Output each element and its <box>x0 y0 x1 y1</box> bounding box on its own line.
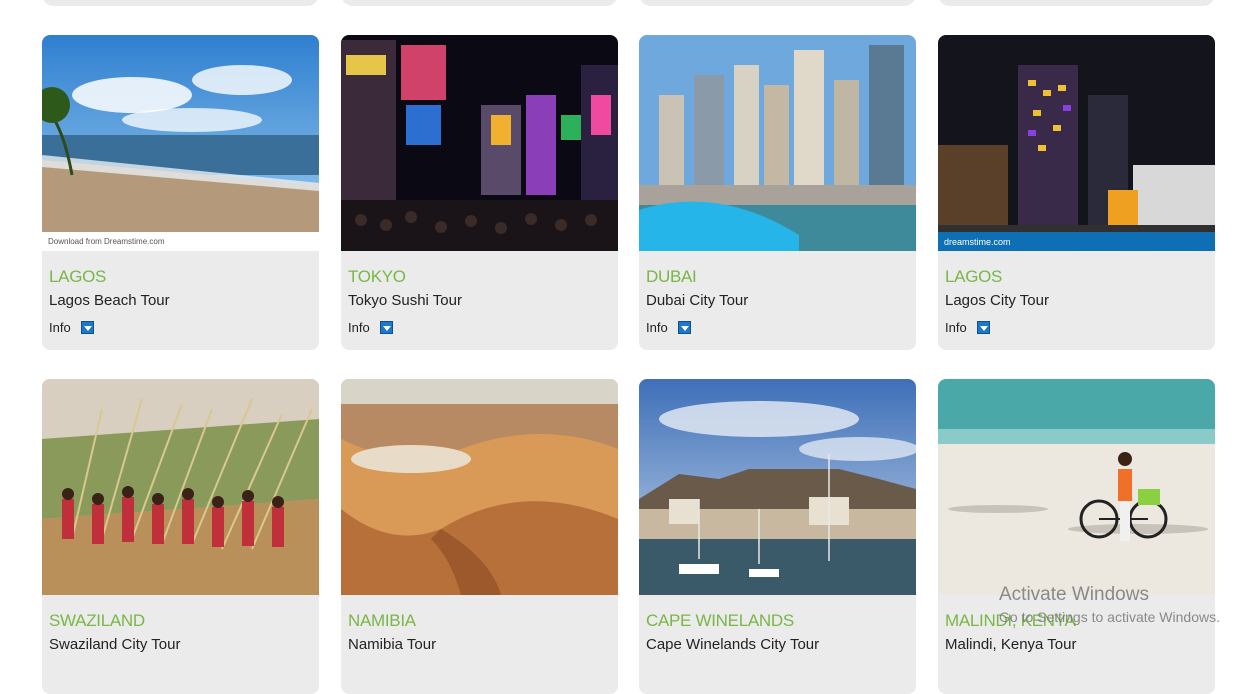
tour-photo[interactable] <box>639 35 916 251</box>
tour-name: Dubai City Tour <box>646 292 749 309</box>
tour-photo[interactable]: Download from Dreamstime.com <box>42 35 319 251</box>
previous-card <box>341 0 618 6</box>
tour-city: CAPE WINELANDS <box>646 611 794 630</box>
tour-name: Malindi, Kenya Tour <box>945 636 1077 653</box>
tour-city: LAGOS <box>945 267 1003 286</box>
tour-name: Cape Winelands City Tour <box>646 636 820 653</box>
watermark-dreamstime: Download from Dreamstime.com <box>42 232 319 251</box>
tour-card-tokyo[interactable]: TOKYO Tokyo Sushi Tour Info <box>341 35 618 350</box>
info-dropdown-toggle[interactable] <box>976 321 990 334</box>
info-row: Info <box>348 320 393 335</box>
info-dropdown-toggle[interactable] <box>677 321 691 334</box>
tour-city: LAGOS <box>49 267 107 286</box>
windows-activation-watermark: Activate Windows Go to Settings to activ… <box>999 584 1220 625</box>
tour-card-malindi-kenya[interactable]: MALINDI, KENYA Malindi, Kenya Tour <box>938 379 1215 694</box>
tour-card-lagos-city[interactable]: dreamstime.com LAGOS Lagos City Tour Inf… <box>938 35 1215 350</box>
info-row: Info <box>646 320 691 335</box>
tour-city: NAMIBIA <box>348 611 416 630</box>
tour-city: DUBAI <box>646 267 697 286</box>
tour-card-lagos-beach[interactable]: Download from Dreamstime.com LAGOS Lagos… <box>42 35 319 350</box>
activation-subtitle: Go to Settings to activate Windows. <box>999 609 1220 625</box>
tour-city: TOKYO <box>348 267 406 286</box>
tour-card-dubai[interactable]: DUBAI Dubai City Tour Info <box>639 35 916 350</box>
tour-card-swaziland[interactable]: SWAZILAND Swaziland City Tour <box>42 379 319 694</box>
info-label: Info <box>945 320 967 335</box>
tour-name: Lagos City Tour <box>945 292 1049 309</box>
previous-row-cards <box>0 0 1257 6</box>
tour-photo[interactable]: dreamstime.com <box>938 35 1215 251</box>
previous-card <box>938 0 1215 6</box>
info-label: Info <box>646 320 668 335</box>
activation-title: Activate Windows <box>999 584 1149 605</box>
info-label: Info <box>348 320 370 335</box>
tour-card-namibia[interactable]: NAMIBIA Namibia Tour <box>341 379 618 694</box>
info-row: Info <box>945 320 990 335</box>
tour-name: Swaziland City Tour <box>49 636 181 653</box>
tour-photo[interactable] <box>42 379 319 595</box>
tour-photo[interactable] <box>341 379 618 595</box>
tour-card-cape-winelands[interactable]: CAPE WINELANDS Cape Winelands City Tour <box>639 379 916 694</box>
tour-photo[interactable] <box>341 35 618 251</box>
previous-card <box>42 0 319 6</box>
info-dropdown-toggle[interactable] <box>379 321 393 334</box>
info-row: Info <box>49 320 94 335</box>
tour-name: Lagos Beach Tour <box>49 292 170 309</box>
info-label: Info <box>49 320 71 335</box>
tour-name: Namibia Tour <box>348 636 437 653</box>
tour-photo[interactable] <box>938 379 1215 595</box>
tour-city: SWAZILAND <box>49 611 145 630</box>
tour-photo[interactable] <box>639 379 916 595</box>
tour-name: Tokyo Sushi Tour <box>348 292 462 309</box>
info-dropdown-toggle[interactable] <box>80 321 94 334</box>
watermark-dreamstime: dreamstime.com <box>938 232 1215 251</box>
previous-card <box>639 0 916 6</box>
